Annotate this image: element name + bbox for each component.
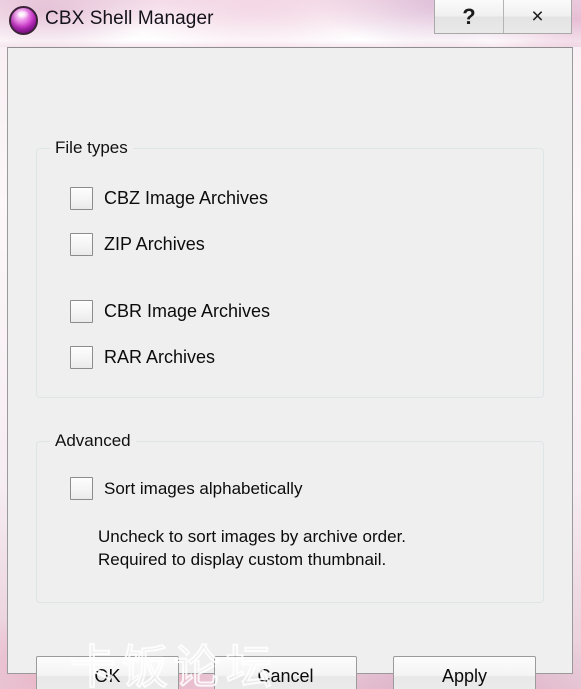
checkbox-row-cbz-image-archives[interactable]: CBZ Image Archives: [70, 187, 268, 210]
checkbox-row-rar-archives[interactable]: RAR Archives: [70, 346, 215, 369]
checkbox-row-zip-archives[interactable]: ZIP Archives: [70, 233, 205, 256]
checkbox-sort-images-alphabetically[interactable]: [70, 477, 93, 500]
cancel-button[interactable]: Cancel: [214, 656, 357, 689]
group-advanced: Advanced: [36, 431, 544, 603]
advanced-description-line-2: Required to display custom thumbnail.: [98, 550, 387, 569]
checkbox-label-sort-images-alphabetically: Sort images alphabetically: [104, 478, 303, 498]
checkbox-rar-archives[interactable]: [70, 346, 93, 369]
group-advanced-title: Advanced: [50, 431, 136, 451]
advanced-description: Uncheck to sort images by archive order.…: [98, 525, 406, 571]
cbx-shell-manager-window: CBX Shell Manager ? × File types CBZ Ima…: [0, 0, 581, 689]
dialog-client-area: File types CBZ Image Archives ZIP Archiv…: [7, 47, 573, 689]
checkbox-label-cbr-image-archives: CBR Image Archives: [104, 301, 271, 321]
group-file-types-title: File types: [50, 138, 133, 158]
advanced-description-line-1: Uncheck to sort images by archive order.: [98, 527, 407, 546]
caption-button-group: ? ×: [434, 0, 572, 34]
window-title: CBX Shell Manager: [45, 8, 214, 29]
checkbox-label-cbz-image-archives: CBZ Image Archives: [104, 188, 269, 208]
checkbox-row-sort-images-alphabetically[interactable]: Sort images alphabetically: [70, 477, 302, 500]
title-bar: CBX Shell Manager ? ×: [0, 0, 581, 47]
ok-button[interactable]: OK: [36, 656, 179, 689]
checkbox-zip-archives[interactable]: [70, 233, 93, 256]
purple-sphere-icon: [9, 6, 38, 35]
close-icon[interactable]: ×: [503, 0, 571, 33]
apply-button[interactable]: Apply: [393, 656, 536, 689]
checkbox-row-cbr-image-archives[interactable]: CBR Image Archives: [70, 300, 270, 323]
checkbox-label-rar-archives: RAR Archives: [104, 347, 216, 367]
checkbox-cbz-image-archives[interactable]: [70, 187, 93, 210]
checkbox-label-zip-archives: ZIP Archives: [104, 234, 205, 254]
checkbox-cbr-image-archives[interactable]: [70, 300, 93, 323]
help-button[interactable]: ?: [435, 0, 503, 33]
